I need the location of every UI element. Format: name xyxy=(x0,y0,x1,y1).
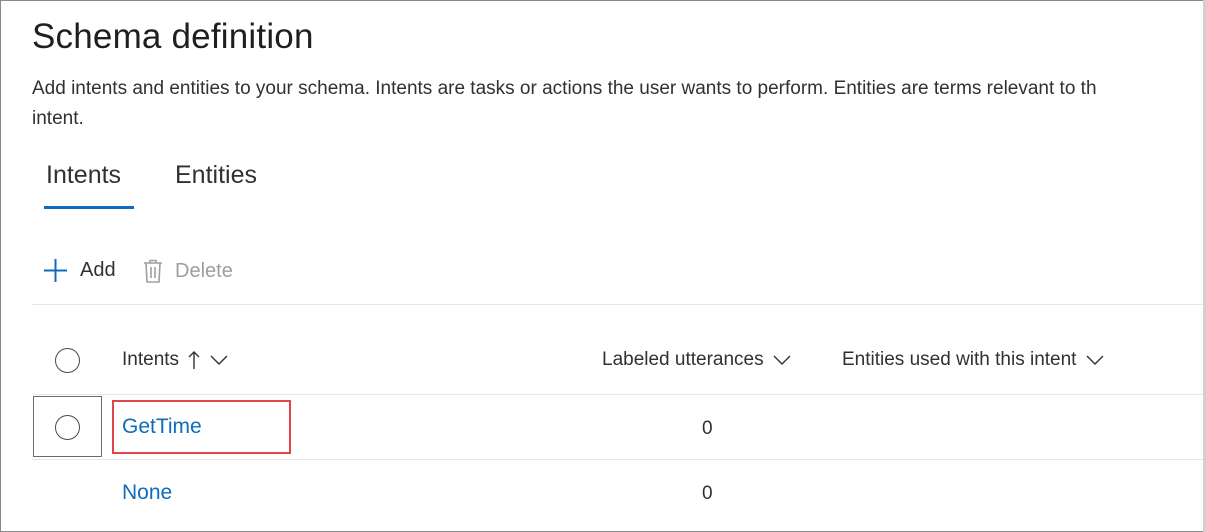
column-header-entities-used-label: Entities used with this intent xyxy=(842,349,1077,370)
app-window: Schema definition Add intents and entiti… xyxy=(0,0,1206,532)
annotation-highlight-box xyxy=(112,400,291,454)
labeled-utterances-count: 0 xyxy=(702,418,713,439)
page-title: Schema definition xyxy=(32,17,314,56)
column-header-intents-label: Intents xyxy=(122,349,180,370)
intent-link-none[interactable]: None xyxy=(122,481,172,505)
header-divider xyxy=(32,394,1205,395)
plus-icon xyxy=(43,258,68,283)
chevron-down-icon xyxy=(773,354,791,366)
column-header-labeled-utterances[interactable]: Labeled utterances xyxy=(602,349,791,371)
toolbar-divider xyxy=(32,304,1205,305)
page-description-line-2: intent. xyxy=(32,108,84,129)
select-all-radio[interactable] xyxy=(55,348,80,373)
column-header-intents[interactable]: Intents xyxy=(122,349,228,371)
row-select-radio[interactable] xyxy=(55,415,80,440)
tab-selected-indicator xyxy=(44,206,134,209)
delete-button[interactable]: Delete xyxy=(142,258,233,284)
page-description-line-1: Add intents and entities to your schema.… xyxy=(32,78,1097,99)
delete-button-label: Delete xyxy=(175,259,233,282)
labeled-utterances-count: 0 xyxy=(702,483,713,504)
sort-up-arrow-icon xyxy=(188,350,200,370)
trash-icon xyxy=(142,258,164,284)
tab-entities[interactable]: Entities xyxy=(175,161,257,190)
page-description: Add intents and entities to your schema.… xyxy=(32,74,1205,134)
column-header-entities-used[interactable]: Entities used with this intent xyxy=(842,349,1104,371)
chevron-down-icon xyxy=(210,354,228,366)
chevron-down-icon xyxy=(1086,354,1104,366)
row-divider xyxy=(32,459,1205,460)
column-header-labeled-utterances-label: Labeled utterances xyxy=(602,349,764,370)
add-button[interactable]: Add xyxy=(43,258,116,283)
add-button-label: Add xyxy=(80,259,116,281)
tab-intents[interactable]: Intents xyxy=(46,161,121,190)
